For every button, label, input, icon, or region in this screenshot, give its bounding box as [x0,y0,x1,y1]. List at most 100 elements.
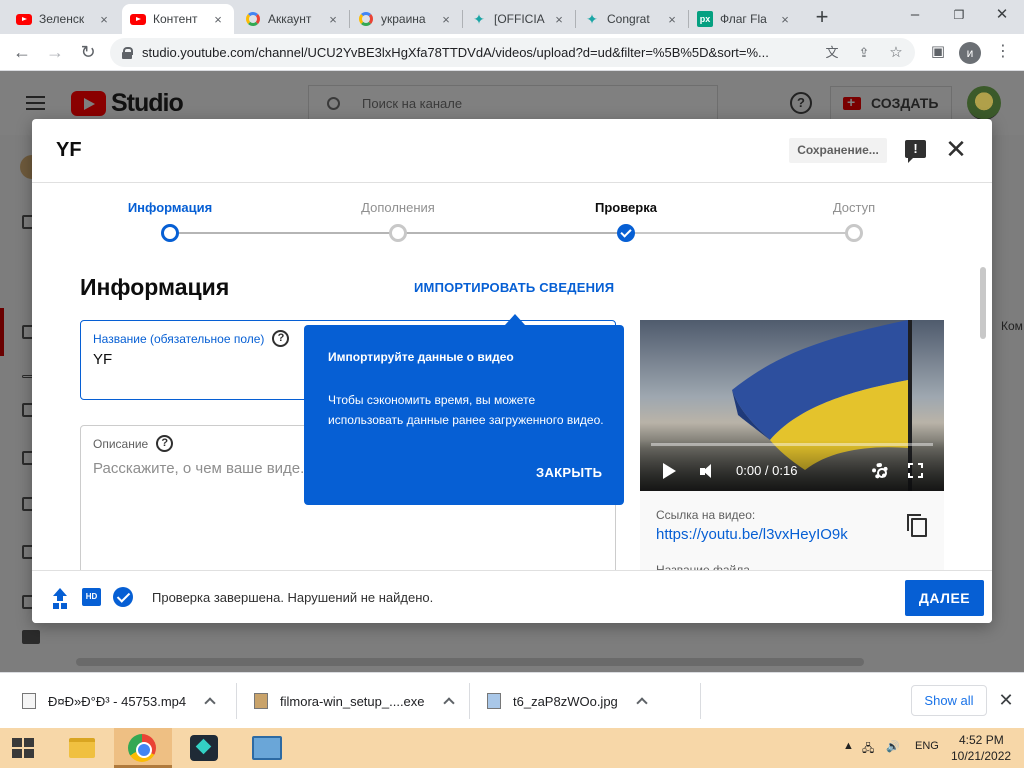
minimize-button[interactable]: – [893,0,937,32]
browser-tab[interactable]: украина × [350,4,462,34]
speaker-icon[interactable]: 🔊 [886,740,900,753]
video-link[interactable]: https://youtu.be/l3vxHeyIO9k [656,526,848,543]
dialog-scrollbar[interactable] [980,267,986,339]
copy-icon[interactable] [907,514,927,537]
window-close-button[interactable]: ✕ [980,0,1024,32]
help-circle-icon[interactable]: ? [156,435,174,452]
dialog-close-icon[interactable]: ✕ [944,135,968,163]
video-preview[interactable]: 0:00 / 0:16 [640,320,944,491]
feedback-icon[interactable]: ! [905,140,926,163]
playback-time: 0:00 / 0:16 [736,463,798,478]
step-visibility-dot[interactable] [845,224,863,242]
step-info-label[interactable]: Информация [105,200,235,215]
side-panel-icon[interactable]: ▣ [926,40,950,64]
browser-tab[interactable]: Аккаунт × [237,4,349,34]
folder-icon [69,738,95,758]
kebab-menu-icon[interactable]: ⋮ [991,40,1015,64]
download-filename: t6_zaP8zWOo.jpg [513,693,618,709]
tab-close-icon[interactable]: × [325,12,341,27]
windows-start-icon[interactable] [12,738,34,758]
forward-arrow-icon[interactable]: → [43,40,67,64]
tab-close-icon[interactable]: × [551,12,567,27]
play-icon[interactable] [663,463,676,479]
video-link-label: Ссылка на видео: [656,508,756,522]
reload-icon[interactable]: ↻ [76,40,100,64]
network-icon[interactable]: 🖧 [862,740,874,759]
share-icon[interactable]: ⇪ [855,44,873,62]
taskbar-control-panel[interactable] [238,728,296,768]
downloads-close-icon[interactable]: ✕ [996,688,1016,712]
chevron-up-icon[interactable] [204,697,216,709]
tab-close-icon[interactable]: × [210,12,226,27]
download-separator [700,683,701,719]
upload-dialog: YF Сохранение... ! ✕ Информация Дополнен… [32,119,992,623]
next-button[interactable]: ДАЛЕЕ [905,580,984,616]
profile-avatar[interactable]: и [959,42,981,64]
download-item[interactable]: filmora-win_setup_....exe [254,673,455,729]
hd-icon[interactable]: HD [82,588,101,606]
browser-tab-strip: Зеленск × Контент × Аккаунт × украина × … [0,0,1024,34]
download-item[interactable]: Ð¤Ð»Ð°Ð³ - 45753.mp4 [22,673,216,729]
progress-bar[interactable] [651,443,933,446]
step-visibility-label[interactable]: Доступ [789,200,919,215]
control-panel-icon [252,736,282,760]
step-info-dot[interactable] [161,224,179,242]
show-all-button[interactable]: Show all [911,685,987,716]
help-icon[interactable]: ? [790,92,812,114]
hamburger-menu-icon[interactable] [26,96,45,110]
popover-arrow [505,314,525,325]
tab-label: Зеленск [39,12,85,26]
channel-avatar[interactable] [967,86,1001,120]
address-bar[interactable]: studio.youtube.com/channel/UCU2YvBE3lxHg… [110,38,915,67]
fullscreen-icon[interactable] [908,463,923,478]
clock-date[interactable]: 10/21/2022 [951,749,1011,763]
bookmark-star-icon[interactable]: ☆ [887,44,905,62]
back-arrow-icon[interactable]: ← [10,40,34,64]
browser-tab[interactable]: Зеленск × [8,4,120,34]
step-extras-label[interactable]: Дополнения [333,200,463,215]
taskbar-chrome[interactable] [114,728,172,768]
tab-close-icon[interactable]: × [438,12,454,27]
input-language[interactable]: ENG [915,740,939,752]
import-details-link[interactable]: ИМПОРТИРОВАТЬ СВЕДЕНИЯ [414,280,614,295]
taskbar-explorer[interactable] [52,728,110,768]
youtube-icon [16,11,32,27]
new-tab-button[interactable]: + [810,6,834,30]
popover-body: Чтобы сэкономить время, вы можете исполь… [328,393,604,427]
clock-time[interactable]: 4:52 PM [959,733,1004,747]
browser-tab[interactable]: ✦ Congrat × [576,4,688,34]
tray-chevron-icon[interactable]: ▲ [843,740,854,752]
taskbar-filmora[interactable] [176,728,234,768]
volume-icon[interactable] [700,464,718,479]
gear-icon[interactable] [872,463,888,479]
chevron-up-icon[interactable] [442,697,455,709]
create-button[interactable]: СОЗДАТЬ [830,86,952,120]
feedback-sidebar-icon[interactable] [22,630,40,644]
browser-tab[interactable]: px Флаг Fla × [689,4,801,34]
windows-taskbar: ▲ 🖧 🔊 ENG 4:52 PM 10/21/2022 [0,728,1024,768]
check-circle-icon[interactable] [113,587,133,607]
tab-label: Контент [153,12,198,26]
tab-close-icon[interactable]: × [96,12,112,27]
download-item[interactable]: t6_zaP8zWOo.jpg [487,673,648,729]
tab-close-icon[interactable]: × [664,12,680,27]
browser-tab-active[interactable]: Контент × [122,4,234,34]
url-text[interactable]: studio.youtube.com/channel/UCU2YvBE3lxHg… [142,45,822,60]
tab-close-icon[interactable]: × [777,12,793,27]
popover-close-button[interactable]: ЗАКРЫТЬ [536,465,602,480]
help-circle-icon[interactable]: ? [272,330,290,347]
chevron-up-icon[interactable] [636,697,648,709]
horizontal-scrollbar[interactable] [76,658,864,666]
title-field-value[interactable]: YF [93,351,112,368]
channel-search-input[interactable]: Поиск на канале [308,85,718,121]
browser-tab[interactable]: ✦ [OFFICIA × [463,4,575,34]
step-connector [626,232,854,234]
upload-stepper: Информация Дополнения Проверка Доступ [32,183,992,253]
restore-button[interactable]: ❐ [937,0,981,32]
translate-icon[interactable]: 文 [823,44,841,62]
step-extras-dot[interactable] [389,224,407,242]
step-checks-label[interactable]: Проверка [561,200,691,215]
image-file-icon [487,693,501,709]
checkmark-icon[interactable] [617,224,635,242]
upload-icon[interactable] [53,588,67,606]
